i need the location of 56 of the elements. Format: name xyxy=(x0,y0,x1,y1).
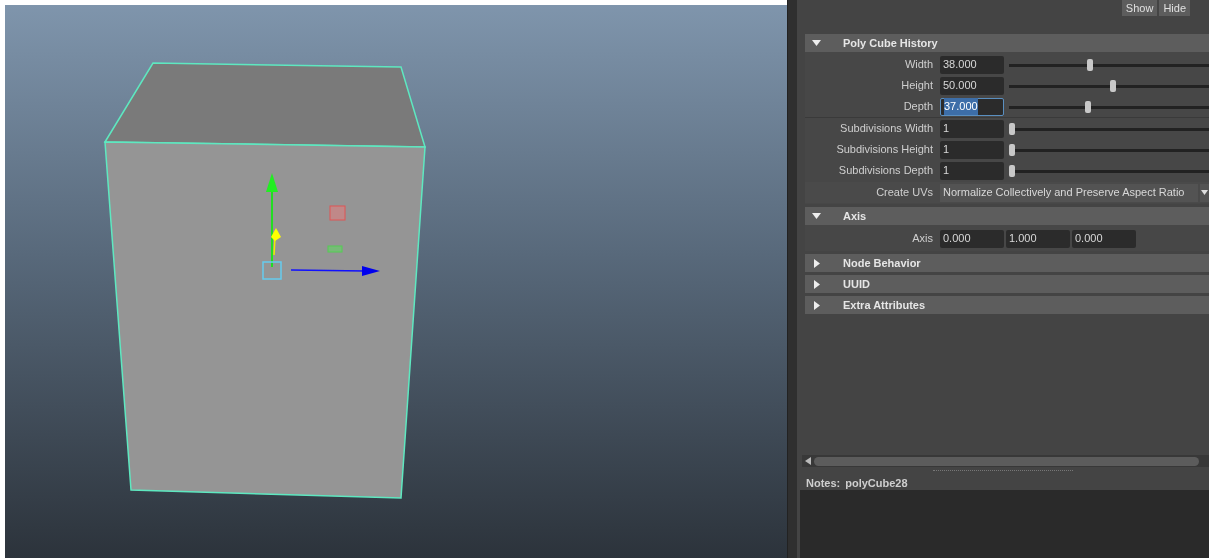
attribute-label: Height xyxy=(900,78,934,94)
viewport[interactable] xyxy=(5,5,787,558)
section-header[interactable]: Node Behavior xyxy=(805,254,1209,272)
section-header[interactable]: Poly Cube History xyxy=(805,34,1209,52)
slider-thumb[interactable] xyxy=(1086,58,1093,71)
attribute-label: Subdivisions Width xyxy=(839,121,934,137)
expand-triangle-icon xyxy=(812,258,821,268)
attribute-label: Axis xyxy=(911,231,934,247)
scrollbar-thumb[interactable] xyxy=(814,456,1199,466)
field-value: 1 xyxy=(943,163,950,179)
slider-track[interactable] xyxy=(1009,58,1209,71)
value-field[interactable]: 1.000 xyxy=(1006,229,1070,248)
value-field[interactable]: 0.000 xyxy=(1072,229,1136,248)
slider-thumb[interactable] xyxy=(1009,143,1015,156)
attribute-label: Depth xyxy=(902,99,934,115)
uv-dropdown[interactable]: Normalize Collectively and Preserve Aspect Ratio xyxy=(940,183,1198,202)
value-field[interactable]: 37.000 xyxy=(940,97,1004,116)
attribute-label: Subdivisions Depth xyxy=(837,163,934,179)
slider-thumb[interactable] xyxy=(1009,164,1015,177)
slider-thumb[interactable] xyxy=(1084,100,1091,113)
field-value: 1 xyxy=(943,142,950,158)
dropdown-caret-icon[interactable] xyxy=(1200,183,1209,202)
attribute-label: Width xyxy=(903,57,934,73)
slider-track[interactable] xyxy=(1009,143,1209,156)
attribute-label: Create UVs xyxy=(875,185,934,201)
value-field[interactable]: 1 xyxy=(940,119,1004,138)
slider-track[interactable] xyxy=(1009,164,1209,177)
value-field[interactable]: 0.000 xyxy=(940,229,1004,248)
header-button[interactable]: Hide xyxy=(1159,0,1190,16)
value-field[interactable]: 38.000 xyxy=(940,55,1004,74)
field-value: 38.000 xyxy=(943,57,977,73)
value-field[interactable]: 50.000 xyxy=(940,76,1004,95)
horizontal-scrollbar[interactable] xyxy=(802,455,1209,467)
collapse-triangle-icon xyxy=(812,211,821,221)
slider-track[interactable] xyxy=(1009,100,1209,113)
section-header[interactable]: Extra Attributes xyxy=(805,296,1209,314)
section-header[interactable]: Axis xyxy=(805,207,1209,225)
field-value: 50.000 xyxy=(943,78,977,94)
header-button[interactable]: Show xyxy=(1121,0,1158,16)
scroll-left-icon[interactable] xyxy=(805,457,811,465)
expand-triangle-icon xyxy=(812,300,821,310)
field-value: 1 xyxy=(943,121,950,137)
slider-track[interactable] xyxy=(1009,79,1209,92)
field-value: 37.000 xyxy=(944,98,978,115)
section-header[interactable]: UUID xyxy=(805,275,1209,293)
value-field[interactable]: 1 xyxy=(940,140,1004,159)
slider-thumb[interactable] xyxy=(1109,79,1116,92)
attribute-label: Subdivisions Height xyxy=(835,142,934,158)
notes-node-name: polyCube28 xyxy=(845,475,908,491)
collapse-triangle-icon xyxy=(812,38,821,48)
notes-label: Notes: xyxy=(806,475,841,491)
slider-thumb[interactable] xyxy=(1009,122,1015,135)
slider-track[interactable] xyxy=(1009,122,1209,135)
cube-drawing[interactable] xyxy=(103,62,426,499)
value-field[interactable]: 1 xyxy=(940,161,1004,180)
expand-triangle-icon xyxy=(812,279,821,289)
